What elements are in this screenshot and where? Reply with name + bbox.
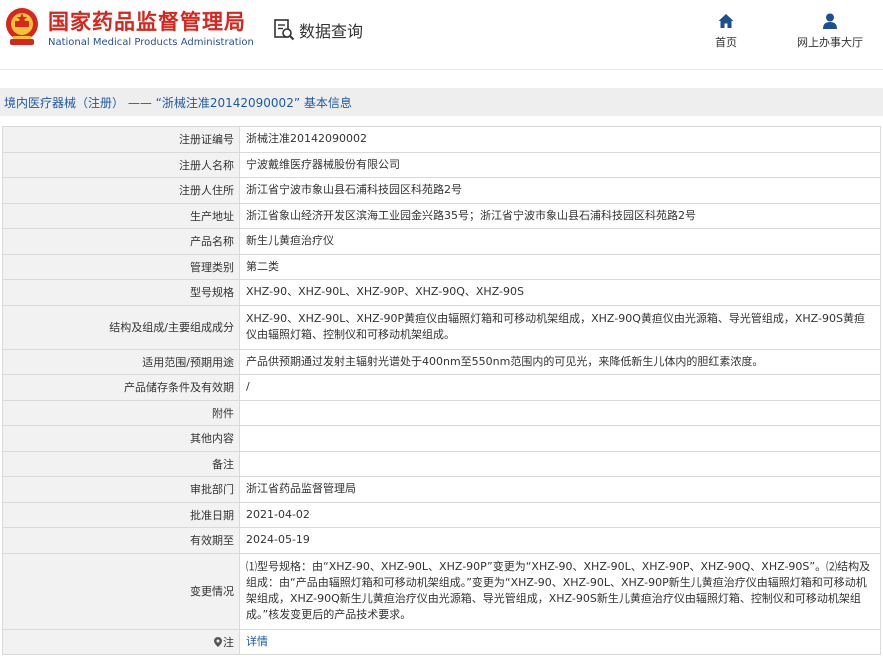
field-label: 适用范围/预期用途 bbox=[2, 348, 240, 375]
field-value: XHZ-90、XHZ-90L、XHZ-90P黄疸仪由辐照灯箱和可移动机架组成，X… bbox=[239, 304, 881, 350]
field-label: 注册人名称 bbox=[2, 151, 240, 178]
data-query-label: 数据查询 bbox=[299, 22, 364, 41]
table-row: 附件 bbox=[2, 399, 881, 426]
table-row: 其他内容 bbox=[2, 425, 881, 452]
data-query-title: 数据查询 bbox=[273, 18, 363, 42]
field-label: 注册证编号 bbox=[2, 126, 240, 153]
table-row: 管理类别 第二类 bbox=[2, 253, 881, 280]
table-row: 注册人住所 浙江省宁波市象山县石浦科技园区科苑路2号 bbox=[2, 177, 881, 204]
nav-home-label: 首页 bbox=[715, 36, 737, 49]
field-label: 生产地址 bbox=[2, 202, 240, 229]
user-icon bbox=[823, 13, 837, 29]
top-nav: 首页 网上办事大厅 bbox=[691, 12, 865, 50]
site-header: 国家药品监督管理局 National Medical Products Admi… bbox=[0, 0, 883, 70]
field-label: 注 bbox=[223, 635, 234, 649]
field-value bbox=[239, 450, 881, 477]
table-row: 型号规格 XHZ-90、XHZ-90L、XHZ-90P、XHZ-90Q、XHZ-… bbox=[2, 279, 881, 306]
field-label: 管理类别 bbox=[2, 253, 240, 280]
details-link[interactable]: 详情 bbox=[246, 635, 268, 648]
note-label-cell: 注 bbox=[2, 628, 240, 655]
field-label: 附件 bbox=[2, 399, 240, 426]
field-label: 备注 bbox=[2, 450, 240, 477]
field-label: 产品名称 bbox=[2, 228, 240, 255]
field-value bbox=[239, 399, 881, 426]
table-row: 审批部门 浙江省药品监督管理局 bbox=[2, 476, 881, 503]
field-value: / bbox=[239, 374, 881, 401]
table-row: 结构及组成/主要组成成分 XHZ-90、XHZ-90L、XHZ-90P黄疸仪由辐… bbox=[2, 304, 881, 350]
field-label: 型号规格 bbox=[2, 279, 240, 306]
table-row: 备注 bbox=[2, 450, 881, 477]
field-value: 2021-04-02 bbox=[239, 501, 881, 528]
field-label: 批准日期 bbox=[2, 501, 240, 528]
home-icon bbox=[718, 14, 734, 28]
header-divider bbox=[0, 69, 883, 70]
nav-online-service-hall[interactable]: 网上办事大厅 bbox=[795, 12, 865, 50]
field-label: 有效期至 bbox=[2, 527, 240, 554]
field-value: 浙江省象山经济开发区滨海工业园金兴路35号；浙江省宁波市象山县石浦科技园区科苑路… bbox=[239, 202, 881, 229]
field-value: 第二类 bbox=[239, 253, 881, 280]
agency-name[interactable]: 国家药品监督管理局 National Medical Products Admi… bbox=[48, 9, 254, 50]
breadcrumb: 境内医疗器械（注册） —— “浙械注准20142090002” 基本信息 bbox=[0, 88, 883, 116]
table-row: 注册证编号 浙械注准20142090002 bbox=[2, 126, 881, 153]
table-row: 批准日期 2021-04-02 bbox=[2, 501, 881, 528]
table-row: 有效期至 2024-05-19 bbox=[2, 527, 881, 554]
field-value: 新生儿黄疸治疗仪 bbox=[239, 228, 881, 255]
field-label: 其他内容 bbox=[2, 425, 240, 452]
table-row: 产品名称 新生儿黄疸治疗仪 bbox=[2, 228, 881, 255]
field-value: XHZ-90、XHZ-90L、XHZ-90P、XHZ-90Q、XHZ-90S bbox=[239, 279, 881, 306]
field-value: 2024-05-19 bbox=[239, 527, 881, 554]
table-row: 注 详情 bbox=[2, 628, 881, 655]
field-label: 变更情况 bbox=[2, 552, 240, 630]
field-value: 宁波戴维医疗器械股份有限公司 bbox=[239, 151, 881, 178]
field-label: 结构及组成/主要组成成分 bbox=[2, 304, 240, 350]
breadcrumb-text: 境内医疗器械（注册） —— “浙械注准20142090002” 基本信息 bbox=[4, 95, 352, 110]
table-row: 产品储存条件及有效期 / bbox=[2, 374, 881, 401]
field-value: ⑴型号规格：由“XHZ-90、XHZ-90L、XHZ-90P”变更为“XHZ-9… bbox=[239, 552, 881, 630]
field-value: 产品供预期通过发射主辐射光谱处于400nm至550nm范围内的可见光，来降低新生… bbox=[239, 348, 881, 375]
location-pin-icon bbox=[214, 636, 222, 647]
agency-name-cn: 国家药品监督管理局 bbox=[48, 10, 246, 34]
agency-name-en: National Medical Products Administration bbox=[48, 37, 254, 48]
field-value bbox=[239, 425, 881, 452]
document-search-icon bbox=[274, 19, 295, 41]
field-label: 产品储存条件及有效期 bbox=[2, 374, 240, 401]
field-value: 浙江省宁波市象山县石浦科技园区科苑路2号 bbox=[239, 177, 881, 204]
table-row: 生产地址 浙江省象山经济开发区滨海工业园金兴路35号；浙江省宁波市象山县石浦科技… bbox=[2, 202, 881, 229]
field-value: 浙械注准20142090002 bbox=[239, 126, 881, 153]
nav-online-service-label: 网上办事大厅 bbox=[797, 36, 863, 49]
field-label: 注册人住所 bbox=[2, 177, 240, 204]
field-label: 审批部门 bbox=[2, 476, 240, 503]
device-detail-table: 注册证编号 浙械注准20142090002 注册人名称 宁波戴维医疗器械股份有限… bbox=[2, 126, 881, 655]
table-row: 变更情况 ⑴型号规格：由“XHZ-90、XHZ-90L、XHZ-90P”变更为“… bbox=[2, 552, 881, 630]
national-emblem-icon bbox=[6, 8, 38, 45]
nav-home[interactable]: 首页 bbox=[691, 12, 761, 50]
field-value: 详情 bbox=[239, 628, 881, 655]
table-row: 适用范围/预期用途 产品供预期通过发射主辐射光谱处于400nm至550nm范围内… bbox=[2, 348, 881, 375]
field-value: 浙江省药品监督管理局 bbox=[239, 476, 881, 503]
table-row: 注册人名称 宁波戴维医疗器械股份有限公司 bbox=[2, 151, 881, 178]
